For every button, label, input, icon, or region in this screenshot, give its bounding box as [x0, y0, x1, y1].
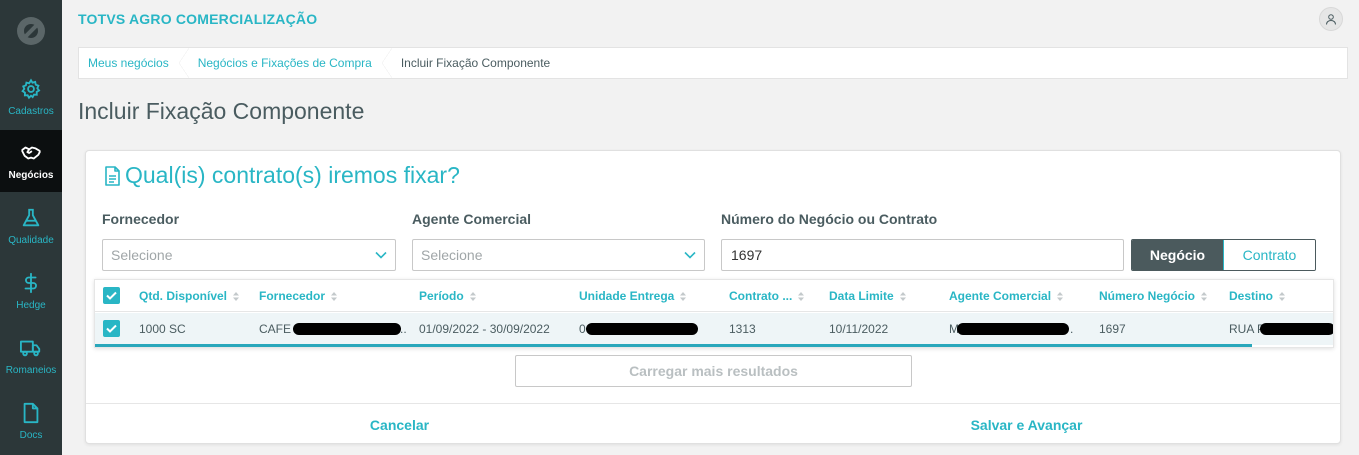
page-title: Incluir Fixação Componente [78, 98, 365, 124]
fornecedor-label: Fornecedor [102, 211, 180, 227]
fornecedor-select[interactable]: Selecione [102, 239, 396, 271]
cell-data-limite: 10/11/2022 [829, 322, 889, 336]
sort-icon [331, 292, 338, 302]
col-destino[interactable]: Destino [1229, 280, 1286, 312]
sort-icon [680, 292, 687, 302]
contracts-table: Qtd. Disponível Fornecedor Período Unida… [94, 279, 1334, 348]
toggle-negocio[interactable]: Negócio [1132, 240, 1223, 270]
fornecedor-placeholder: Selecione [111, 247, 173, 263]
numero-label: Número do Negócio ou Contrato [721, 211, 938, 227]
load-more-button[interactable]: Carregar mais resultados [515, 355, 912, 387]
redaction-mark [1260, 323, 1333, 335]
col-qtd[interactable]: Qtd. Disponível [139, 280, 240, 312]
cell-unidade: 0 [579, 322, 586, 336]
gear-icon [21, 78, 41, 99]
sort-icon [1279, 292, 1286, 302]
sort-icon [899, 292, 906, 302]
user-icon [1326, 14, 1336, 25]
sort-icon [233, 292, 240, 302]
cancel-button[interactable]: Cancelar [86, 404, 713, 445]
dollar-icon [24, 272, 37, 293]
document-icon [23, 402, 39, 423]
sidebar-item-romaneios[interactable]: Romaneios [0, 325, 62, 387]
document-list-icon [105, 165, 120, 186]
check-icon [106, 324, 117, 333]
cell-agente-ellipsis: . [1070, 322, 1074, 336]
row-checkbox[interactable] [103, 320, 120, 337]
check-icon [106, 291, 117, 300]
select-all-checkbox[interactable] [103, 287, 120, 304]
app-title: TOTVS AGRO COMERCIALIZAÇÃO [78, 11, 318, 27]
card-title-text: Qual(is) contrato(s) iremos fixar? [125, 162, 460, 188]
search-type-toggle: Negócio Contrato [1131, 239, 1316, 271]
sidebar-item-qualidade[interactable]: Qualidade [0, 195, 62, 257]
agente-placeholder: Selecione [421, 247, 483, 263]
redaction-mark [586, 323, 698, 335]
contract-selection-card: Qual(is) contrato(s) iremos fixar? Forne… [85, 150, 1341, 444]
sort-icon [798, 292, 805, 302]
col-contrato[interactable]: Contrato ... [729, 280, 805, 312]
redaction-mark [957, 323, 1069, 335]
col-numero-negocio[interactable]: Número Negócio [1099, 280, 1208, 312]
card-footer: Cancelar Salvar e Avançar [86, 403, 1340, 444]
sidebar-item-label: Cadastros [8, 105, 54, 117]
col-fornecedor[interactable]: Fornecedor [259, 280, 338, 312]
user-menu-button[interactable] [1319, 7, 1343, 31]
agente-label: Agente Comercial [412, 211, 532, 227]
cell-contrato: 1313 [729, 322, 756, 336]
sidebar-item-docs[interactable]: Docs [0, 390, 62, 452]
col-unidade-entrega[interactable]: Unidade Entrega [579, 280, 687, 312]
totvs-logo-icon[interactable] [17, 17, 45, 45]
numero-input[interactable]: 1697 [721, 239, 1124, 271]
sidebar-item-hedge[interactable]: Hedge [0, 260, 62, 322]
cell-periodo: 01/09/2022 - 30/09/2022 [419, 322, 550, 336]
agente-select[interactable]: Selecione [412, 239, 705, 271]
table-horizontal-scrollbar[interactable] [95, 344, 1252, 347]
sidebar-item-negocios[interactable]: Negócios [0, 130, 62, 192]
sort-icon [469, 292, 476, 302]
col-periodo[interactable]: Período [419, 280, 476, 312]
card-title: Qual(is) contrato(s) iremos fixar? [104, 162, 460, 189]
cell-fornecedor: CAFE [259, 322, 292, 336]
col-data-limite[interactable]: Data Limite [829, 280, 906, 312]
sidebar-item-cadastros[interactable]: Cadastros [0, 66, 62, 128]
sort-icon [1057, 292, 1064, 302]
truck-icon [20, 340, 41, 356]
col-agente-comercial[interactable]: Agente Comercial [949, 280, 1064, 312]
chevron-down-icon [684, 251, 696, 259]
save-and-continue-button[interactable]: Salvar e Avançar [713, 404, 1340, 445]
cell-qtd: 1000 SC [139, 322, 186, 336]
redaction-mark [293, 323, 401, 335]
table-header: Qtd. Disponível Fornecedor Período Unida… [95, 280, 1333, 312]
chevron-down-icon [375, 251, 387, 259]
flask-icon [22, 208, 40, 226]
toggle-contrato[interactable]: Contrato [1223, 240, 1315, 270]
breadcrumb: Meus negócios Negócios e Fixações de Com… [78, 47, 1348, 79]
sidebar: Cadastros Negócios Qualidade Hedge Roman… [0, 0, 62, 455]
breadcrumb-current: Incluir Fixação Componente [400, 56, 551, 70]
sidebar-item-label: Romaneios [5, 364, 57, 376]
sidebar-item-label: Hedge [16, 299, 46, 311]
breadcrumb-meus-negocios[interactable]: Meus negócios [79, 48, 189, 78]
sort-icon [1201, 292, 1208, 302]
sidebar-item-label: Docs [19, 429, 43, 441]
breadcrumb-negocios-fixacoes[interactable]: Negócios e Fixações de Compra [189, 48, 392, 78]
table-row[interactable]: 1000 SC CAFE .. 01/09/2022 - 30/09/2022 … [95, 313, 1333, 345]
sidebar-item-label: Negócios [8, 169, 54, 181]
handshake-icon [21, 146, 41, 159]
sidebar-item-label: Qualidade [8, 234, 54, 246]
cell-numero-negocio: 1697 [1099, 322, 1126, 336]
cell-fornecedor-ellipsis: .. [400, 322, 407, 336]
